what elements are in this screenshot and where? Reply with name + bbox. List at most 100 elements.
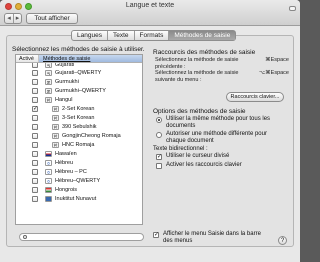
- split-cursor-label: Utiliser le curseur divisé: [166, 153, 230, 159]
- list-item-checkbox[interactable]: [32, 141, 38, 148]
- keyboard-shortcuts-button[interactable]: Raccourcis clavier...: [226, 92, 284, 102]
- list-item-checkbox[interactable]: [32, 150, 38, 157]
- list-item[interactable]: 한 390 Sebulshik: [16, 122, 142, 131]
- list-item[interactable]: ਗ Gurmukhi–QWERTY: [16, 86, 142, 95]
- radio-different-method[interactable]: [156, 132, 162, 138]
- previous-method-shortcut[interactable]: ⌘Espace: [265, 57, 289, 63]
- list-item[interactable]: ગ Gujarati–QWERTY: [16, 68, 142, 77]
- shortcuts-heading: Raccourcis des méthodes de saisie: [153, 49, 256, 56]
- list-item[interactable]: ✡ Hébreu–QWERTY: [16, 176, 142, 185]
- list-item-checkbox[interactable]: [32, 96, 38, 103]
- list-item-label: 2-Set Korean: [62, 105, 95, 112]
- list-item-label: Hawaïen: [55, 150, 77, 157]
- bidi-heading: Texte bidirectionnel :: [153, 146, 208, 152]
- keyboard-shortcuts-checkbox[interactable]: [156, 163, 162, 169]
- hangul-icon: 한: [45, 96, 52, 103]
- korean-icon: 한: [52, 132, 59, 139]
- list-item-checkbox[interactable]: [32, 195, 38, 202]
- list-item-checkbox[interactable]: [32, 159, 38, 166]
- show-input-menu-label: Afficher le menu Saisie dans la barre de…: [163, 231, 261, 244]
- previous-method-label: Sélectionnez la méthode de saisie précéd…: [155, 57, 239, 70]
- gurmukhi-qwerty-icon: ਗ: [45, 87, 52, 94]
- back-forward-control: ◂ ▸: [4, 13, 22, 24]
- back-button[interactable]: ◂: [5, 14, 13, 23]
- korean-icon: 한: [52, 105, 59, 112]
- list-item[interactable]: Inuktitut Nunavut: [16, 194, 142, 203]
- list-item-checkbox[interactable]: ✓: [32, 105, 38, 112]
- list-item-label: Hébreu: [55, 159, 74, 166]
- flag-icon: [45, 195, 52, 202]
- korean-icon: 한: [52, 141, 59, 148]
- list-item-checkbox[interactable]: [32, 123, 38, 130]
- list-item-label: Inuktitut Nunavut: [55, 195, 97, 202]
- list-item-label: Gujarati–QWERTY: [55, 69, 102, 76]
- next-method-shortcut[interactable]: ⌥⌘Espace: [259, 70, 289, 76]
- list-item[interactable]: Hawaïen: [16, 149, 142, 158]
- input-methods-heading: Sélectionnez les méthodes de saisie à ut…: [12, 46, 145, 53]
- list-item-checkbox[interactable]: [32, 177, 38, 184]
- gurmukhi-icon: ਗ: [45, 78, 52, 85]
- list-item[interactable]: ✡ Hébreu: [16, 158, 142, 167]
- list-item-label: GongjinCheong Romaja: [62, 132, 121, 139]
- radio-same-method[interactable]: [156, 117, 162, 123]
- next-method-label: Sélectionnez la méthode de saisie suivan…: [155, 70, 239, 83]
- show-input-menu-checkbox[interactable]: ✓: [153, 232, 159, 238]
- list-item[interactable]: 한 Hangul: [16, 95, 142, 104]
- list-item-label: Hébreu–QWERTY: [55, 177, 101, 184]
- toolbar-toggle-button[interactable]: [289, 6, 296, 11]
- flag-israel-icon: ✡: [45, 168, 52, 175]
- list-item-checkbox[interactable]: [32, 87, 38, 94]
- tab-formats[interactable]: Formats: [133, 31, 169, 40]
- tab-text[interactable]: Texte: [106, 31, 134, 40]
- list-item-checkbox[interactable]: [32, 168, 38, 175]
- preferences-window: Langue et texte ◂ ▸ Tout afficher Langue…: [0, 0, 300, 262]
- korean-icon: 한: [52, 123, 59, 130]
- list-item[interactable]: 한 HNC Romaja: [16, 140, 142, 149]
- tab-bar: Langues Texte Formats Méthodes de saisie: [71, 30, 237, 41]
- window-title: Langue et texte: [125, 2, 175, 9]
- flag-israel-icon: ✡: [45, 159, 52, 166]
- tab-languages[interactable]: Langues: [72, 31, 107, 40]
- split-cursor-checkbox[interactable]: ✓: [156, 154, 162, 160]
- column-header-active[interactable]: Activé: [16, 55, 39, 62]
- list-item-checkbox[interactable]: [32, 186, 38, 193]
- list-item-checkbox[interactable]: [32, 78, 38, 85]
- list-item[interactable]: 한 3-Set Korean: [16, 113, 142, 122]
- list-item[interactable]: ✓ 한 2-Set Korean: [16, 104, 142, 113]
- help-button[interactable]: ?: [278, 236, 287, 245]
- show-input-menu[interactable]: ✓ Afficher le menu Saisie dans la barre …: [153, 231, 263, 245]
- option-different-method[interactable]: Autoriser une méthode différente pour ch…: [156, 131, 284, 145]
- option-same-method-label: Utiliser la même méthode pour tous les d…: [166, 116, 271, 129]
- list-item[interactable]: ਗ Gurmukhi: [16, 77, 142, 86]
- list-item-label: Hangul: [55, 96, 73, 103]
- list-item-checkbox[interactable]: [32, 69, 38, 76]
- list-item[interactable]: 한 GongjinCheong Romaja: [16, 131, 142, 140]
- list-item[interactable]: Hongrois: [16, 185, 142, 194]
- korean-icon: 한: [52, 114, 59, 121]
- flag-hawaii-icon: [45, 150, 52, 157]
- list-item-label: Hébreu – PC: [55, 168, 87, 175]
- list-item[interactable]: ✡ Hébreu – PC: [16, 167, 142, 176]
- list-item-label: 390 Sebulshik: [62, 123, 97, 130]
- title-bar: Langue et texte ◂ ▸ Tout afficher: [0, 0, 300, 26]
- enable-keyboard-shortcuts[interactable]: Activer les raccourcis clavier: [156, 162, 242, 169]
- use-split-cursor[interactable]: ✓ Utiliser le curseur divisé: [156, 153, 229, 160]
- list-item-label: Gurmukhi: [55, 78, 79, 85]
- input-methods-list[interactable]: Activé Méthodes de saisie ગ Gujarati ગ Guja…: [15, 54, 143, 225]
- gujarati-qwerty-icon: ગ: [45, 69, 52, 76]
- list-item-label: Gurmukhi–QWERTY: [55, 87, 106, 94]
- search-icon: [23, 235, 27, 239]
- column-header-methods[interactable]: Méthodes de saisie: [39, 55, 142, 62]
- list-rows: ગ Gujarati ગ Gujarati–QWERTY ਗ Gurmukhi ਗ Gurmu…: [16, 63, 142, 203]
- forward-button[interactable]: ▸: [13, 14, 21, 23]
- tab-input-sources[interactable]: Méthodes de saisie: [168, 31, 236, 40]
- show-all-button[interactable]: Tout afficher: [26, 13, 78, 24]
- option-same-method[interactable]: Utiliser la même méthode pour tous les d…: [156, 116, 284, 130]
- options-heading: Options des méthodes de saisie: [153, 108, 246, 115]
- keyboard-shortcuts-label: Activer les raccourcis clavier: [166, 162, 242, 168]
- search-input[interactable]: [19, 233, 144, 241]
- list-item-checkbox[interactable]: [32, 132, 38, 139]
- flag-hungary-icon: [45, 186, 52, 193]
- option-different-method-label: Autoriser une méthode différente pour ch…: [166, 131, 267, 144]
- list-item-checkbox[interactable]: [32, 114, 38, 121]
